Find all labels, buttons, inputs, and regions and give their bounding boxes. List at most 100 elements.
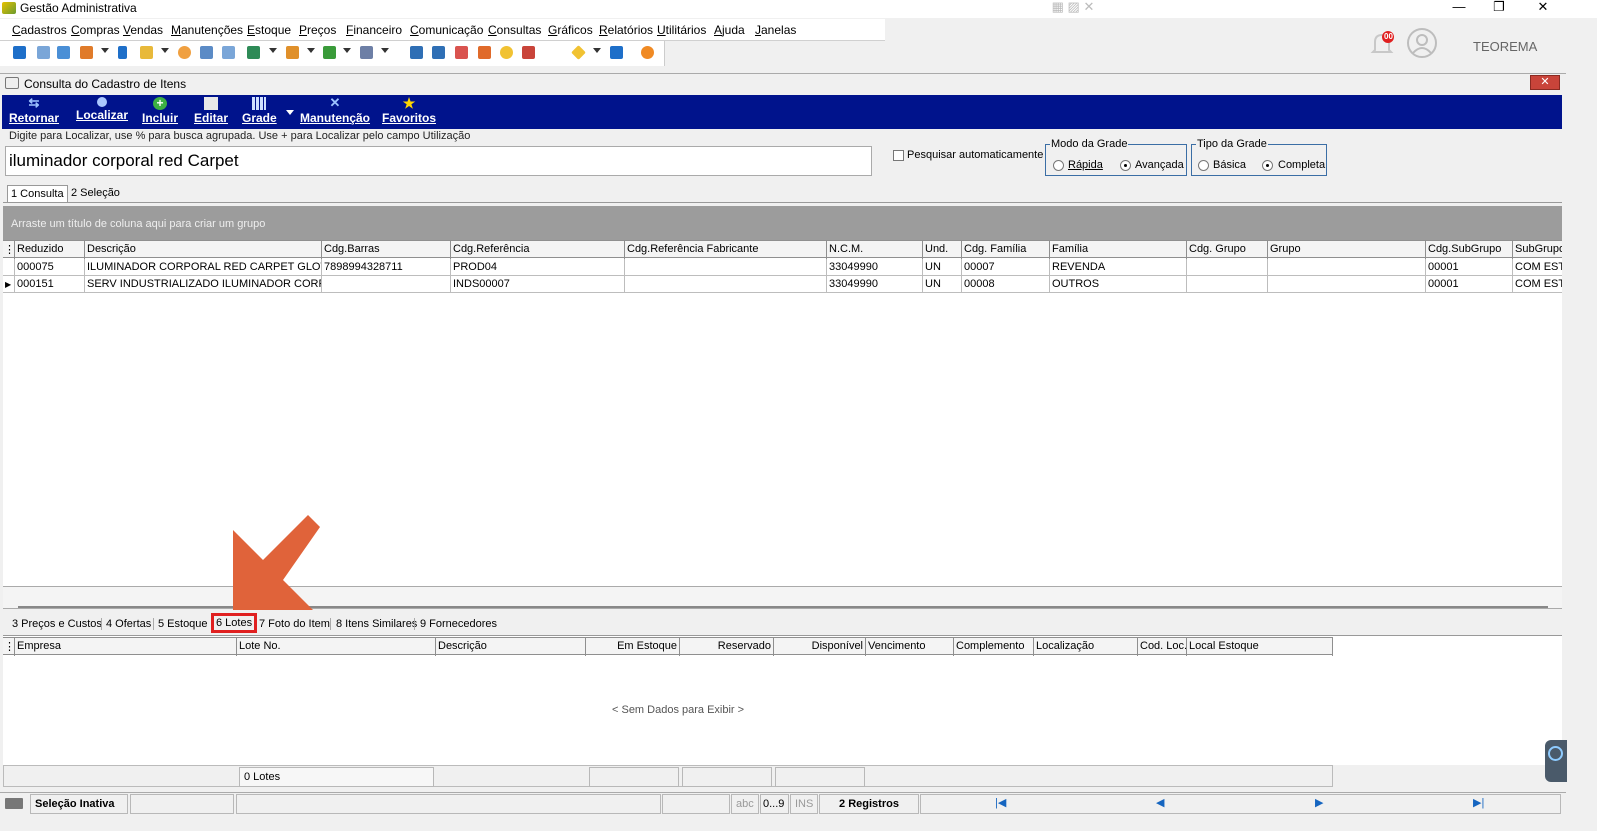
chevron-down-icon[interactable] [269,48,277,53]
bell-icon[interactable]: 00 [1370,30,1396,58]
report-icon[interactable] [522,46,535,59]
menu-utilitarios[interactable]: Utilitários [657,23,706,37]
menu-manutencoes[interactable]: Manutenções [171,23,243,37]
printer-icon[interactable] [360,46,373,59]
chevron-down-icon[interactable] [307,48,315,53]
menu-compras[interactable]: Compras [71,23,120,37]
grade-button[interactable]: Grade [242,97,277,125]
menu-cadastros[interactable]: Cadastros [12,23,67,37]
radio-avancada[interactable] [1120,160,1131,171]
radio-basica[interactable] [1198,160,1209,171]
radio-completa[interactable] [1262,160,1273,171]
menu-relatorios[interactable]: Relatórios [599,23,653,37]
col-cdg-subgrupo[interactable]: Cdg.SubGrupo [1426,241,1513,259]
menu-janelas[interactable]: Janelas [755,23,796,37]
radio-rapida[interactable] [1053,160,1064,171]
col-em-estoque[interactable]: Em Estoque [586,638,680,656]
col-familia[interactable]: Família [1050,241,1187,259]
tab-consulta[interactable]: 1 Consulta [7,185,68,202]
col-subgrupo[interactable]: SubGrupo [1513,241,1562,259]
agenda-icon[interactable] [478,46,491,59]
spreadsheet-icon[interactable] [410,46,423,59]
col-ncm[interactable]: N.C.M. [827,241,923,259]
next-record-button[interactable]: ▶ [1315,796,1323,809]
editar-button[interactable]: Editar [194,97,228,125]
retornar-button[interactable]: ⇆ Retornar [9,96,59,125]
calculator-icon[interactable] [432,46,445,59]
customers-icon[interactable] [13,46,26,59]
chevron-down-icon[interactable] [161,48,169,53]
chevron-down-icon[interactable] [101,48,109,53]
col-reservado[interactable]: Reservado [680,638,774,656]
chevron-down-icon[interactable] [593,48,601,53]
incluir-button[interactable]: + Incluir [142,97,178,126]
previous-record-button[interactable]: ◀ [1156,796,1164,809]
users-icon[interactable] [37,46,50,59]
auto-search-checkbox[interactable] [893,150,904,161]
menu-precos[interactable]: Preços [299,23,336,37]
box-icon[interactable] [286,46,299,59]
chevron-down-icon[interactable] [286,110,294,115]
chart-icon[interactable] [80,46,93,59]
col-cod-loc[interactable]: Cod. Loc. [1138,638,1187,656]
tab-fornecedores[interactable]: 9 Fornecedores [417,616,500,632]
window-close-button[interactable]: ✕ [1530,75,1560,90]
localizar-button[interactable]: Localizar [76,97,128,122]
chevron-down-icon[interactable] [381,48,389,53]
tab-selecao[interactable]: 2 Seleção [68,185,123,201]
col-localizacao[interactable]: Localização [1034,638,1138,656]
favoritos-button[interactable]: ★ Favoritos [382,96,436,125]
remote-support-tab[interactable] [1545,740,1567,782]
exit-door-icon[interactable] [610,46,623,59]
menu-estoque[interactable]: Estoque [247,23,291,37]
col-descricao[interactable]: Descrição [85,241,322,259]
money-icon[interactable] [323,46,336,59]
col-cdg-barras[interactable]: Cdg.Barras [322,241,451,259]
table-row[interactable]: 000075 ILUMINADOR CORPORAL RED CARPET GL… [3,259,1562,276]
column-chooser-icon[interactable]: ⋮ [3,241,15,259]
col-cdg-referencia[interactable]: Cdg.Referência [451,241,625,259]
first-record-button[interactable]: |◀ [995,796,1006,809]
menu-financeiro[interactable]: Financeiro [346,23,402,37]
col-lote-no[interactable]: Lote No. [237,638,436,656]
col-cdg-referencia-fabricante[interactable]: Cdg.Referência Fabricante [625,241,827,259]
last-record-button[interactable]: ▶| [1473,796,1484,809]
col-descricao[interactable]: Descrição [436,638,586,656]
menu-consultas[interactable]: Consultas [488,23,541,37]
col-empresa[interactable]: Empresa [15,638,237,656]
phone-icon[interactable] [118,46,127,59]
col-local-estoque[interactable]: Local Estoque [1187,638,1333,656]
menu-graficos[interactable]: Gráficos [548,23,593,37]
manutencao-button[interactable]: ✕ Manutenção [300,96,370,125]
price-tag-icon[interactable] [200,46,213,59]
col-vencimento[interactable]: Vencimento [866,638,954,656]
tab-precos-custos[interactable]: 3 Preços e Custos [9,616,105,632]
power-icon[interactable] [641,46,654,59]
calendar-icon[interactable] [455,46,468,59]
col-complemento[interactable]: Complemento [954,638,1034,656]
tab-estoque[interactable]: 5 Estoque [155,616,211,632]
tab-foto-item[interactable]: 7 Foto do Item [256,616,333,632]
clock-icon[interactable] [500,46,513,59]
menu-comunicacao[interactable]: Comunicação [410,23,483,37]
star-icon[interactable] [571,45,586,60]
menu-ajuda[interactable]: Ajuda [714,23,745,37]
cart-icon[interactable] [247,46,260,59]
group-by-area[interactable]: Arraste um título de coluna aqui para cr… [3,206,1562,240]
col-cdg-familia[interactable]: Cdg. Família [962,241,1050,259]
table-row[interactable]: ▶ 000151 SERV INDUSTRIALIZADO ILUMINADOR… [3,276,1562,293]
col-und[interactable]: Und. [923,241,962,259]
folder-icon[interactable] [140,46,153,59]
menu-vendas[interactable]: Vendas [123,23,163,37]
col-cdg-grupo[interactable]: Cdg. Grupo [1187,241,1268,259]
card-icon[interactable] [57,46,70,59]
column-chooser-icon[interactable]: ⋮ [3,638,15,656]
user-avatar-icon[interactable] [1407,28,1437,58]
tab-itens-similares[interactable]: 8 Itens Similares [333,616,420,632]
restore-button[interactable]: ❐ [1476,0,1522,16]
person-icon[interactable] [178,46,191,59]
col-disponivel[interactable]: Disponível [774,638,866,656]
id-card-icon[interactable] [222,46,235,59]
search-input[interactable]: iluminador corporal red Carpet [5,146,872,176]
tab-ofertas[interactable]: 4 Ofertas [103,616,154,632]
